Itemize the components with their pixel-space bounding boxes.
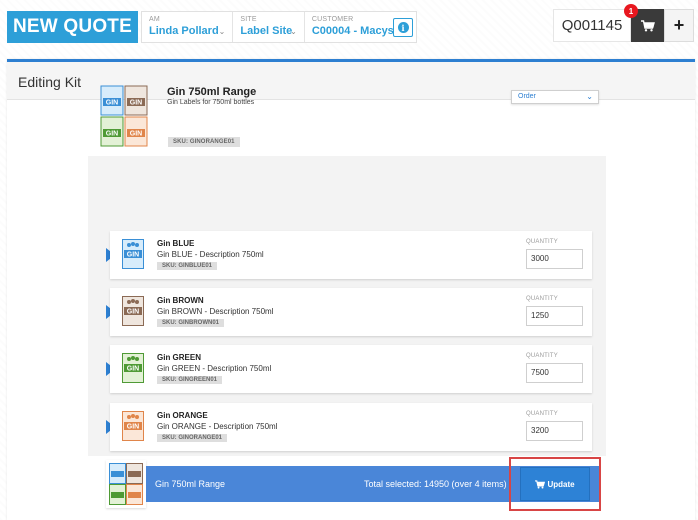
item-product-image: GIN xyxy=(122,411,144,441)
quantity-input[interactable]: 3200 xyxy=(526,421,583,441)
summary-kit-name: Gin 750ml Range xyxy=(155,479,226,489)
quantity-input[interactable]: 1250 xyxy=(526,306,583,326)
site-selector[interactable]: SITE Label Site ⌄ xyxy=(233,12,305,42)
chevron-down-icon: ⌄ xyxy=(290,27,297,36)
quantity-input[interactable]: 3000 xyxy=(526,249,583,269)
quantity-label: QUANTITY xyxy=(526,239,558,245)
item-description: Gin BROWN - Description 750ml xyxy=(157,307,274,316)
header-context-group: AM Linda Pollard ⌄ SITE Label Site ⌄ CUS… xyxy=(141,11,417,43)
svg-text:GIN: GIN xyxy=(130,100,142,107)
item-sku-badge: SKU: GINBROWN01 xyxy=(157,319,225,327)
item-product-image: GIN xyxy=(122,353,144,383)
add-button[interactable]: + xyxy=(664,9,694,42)
kit-name: Gin 750ml Range xyxy=(167,86,257,98)
item-name: Gin GREEN xyxy=(157,353,202,362)
item-name: Gin BROWN xyxy=(157,296,204,305)
am-value: Linda Pollard xyxy=(149,25,219,37)
summary-product-image xyxy=(109,463,143,505)
info-icon: i xyxy=(397,22,409,33)
quantity-label: QUANTITY xyxy=(526,411,558,417)
item-sku-badge: SKU: GINORANGE01 xyxy=(157,434,228,442)
site-value: Label Site xyxy=(240,25,293,37)
update-button[interactable]: Update xyxy=(520,467,590,501)
cart-icon xyxy=(535,479,546,488)
svg-text:GIN: GIN xyxy=(130,131,142,138)
chevron-down-icon: ⌄ xyxy=(586,92,593,101)
item-description: Gin GREEN - Description 750ml xyxy=(157,364,272,373)
item-sku-badge: SKU: GINBLUE01 xyxy=(157,262,218,270)
customer-field: CUSTOMER C00004 - Macys i xyxy=(305,12,416,42)
item-sku-badge: SKU: GINGREEN01 xyxy=(157,376,223,384)
quote-number: Q001145 xyxy=(553,9,631,42)
new-quote-button[interactable]: NEW QUOTE xyxy=(7,11,138,43)
quantity-label: QUANTITY xyxy=(526,353,558,359)
item-name: Gin BLUE xyxy=(157,239,195,248)
kit-item-card-1: GIN Gin BLUE Gin BLUE - Description 750m… xyxy=(110,231,592,279)
svg-text:GIN: GIN xyxy=(127,366,139,373)
am-label: AM xyxy=(149,16,160,23)
kit-item-card-3: GIN Gin GREEN Gin GREEN - Description 75… xyxy=(110,345,592,393)
item-description: Gin BLUE - Description 750ml xyxy=(157,250,264,259)
site-label: SITE xyxy=(240,16,257,23)
customer-info-button[interactable]: i xyxy=(393,18,414,37)
item-product-image: GIN xyxy=(122,239,144,269)
item-product-image: GIN xyxy=(122,296,144,326)
chevron-down-icon: ⌄ xyxy=(218,27,226,36)
order-select-value: Order xyxy=(518,93,536,100)
kit-sku-badge: SKU: GINORANGE01 xyxy=(168,137,240,147)
order-select[interactable]: Order ⌄ xyxy=(511,90,599,104)
kit-item-card-4: GIN Gin ORANGE Gin ORANGE - Description … xyxy=(110,403,592,451)
svg-text:GIN: GIN xyxy=(106,100,118,107)
kit-item-card-2: GIN Gin BROWN Gin BROWN - Description 75… xyxy=(110,288,592,336)
am-selector[interactable]: AM Linda Pollard ⌄ xyxy=(142,12,234,42)
quantity-input[interactable]: 7500 xyxy=(526,363,583,383)
quantity-label: QUANTITY xyxy=(526,296,558,302)
summary-total: Total selected: 14950 (over 4 items) xyxy=(364,479,507,489)
svg-text:GIN: GIN xyxy=(127,424,139,431)
svg-text:GIN: GIN xyxy=(127,309,139,316)
kit-description: Gin Labels for 750ml bottles xyxy=(167,99,255,106)
item-name: Gin ORANGE xyxy=(157,411,208,420)
cart-icon xyxy=(640,19,655,31)
cart-count-badge: 1 xyxy=(624,4,638,18)
kit-product-image: GIN GIN GIN GIN xyxy=(100,85,148,147)
summary-image-box xyxy=(106,460,146,508)
svg-text:GIN: GIN xyxy=(127,252,139,259)
svg-text:GIN: GIN xyxy=(106,131,118,138)
item-description: Gin ORANGE - Description 750ml xyxy=(157,422,278,431)
update-button-label: Update xyxy=(547,479,575,489)
